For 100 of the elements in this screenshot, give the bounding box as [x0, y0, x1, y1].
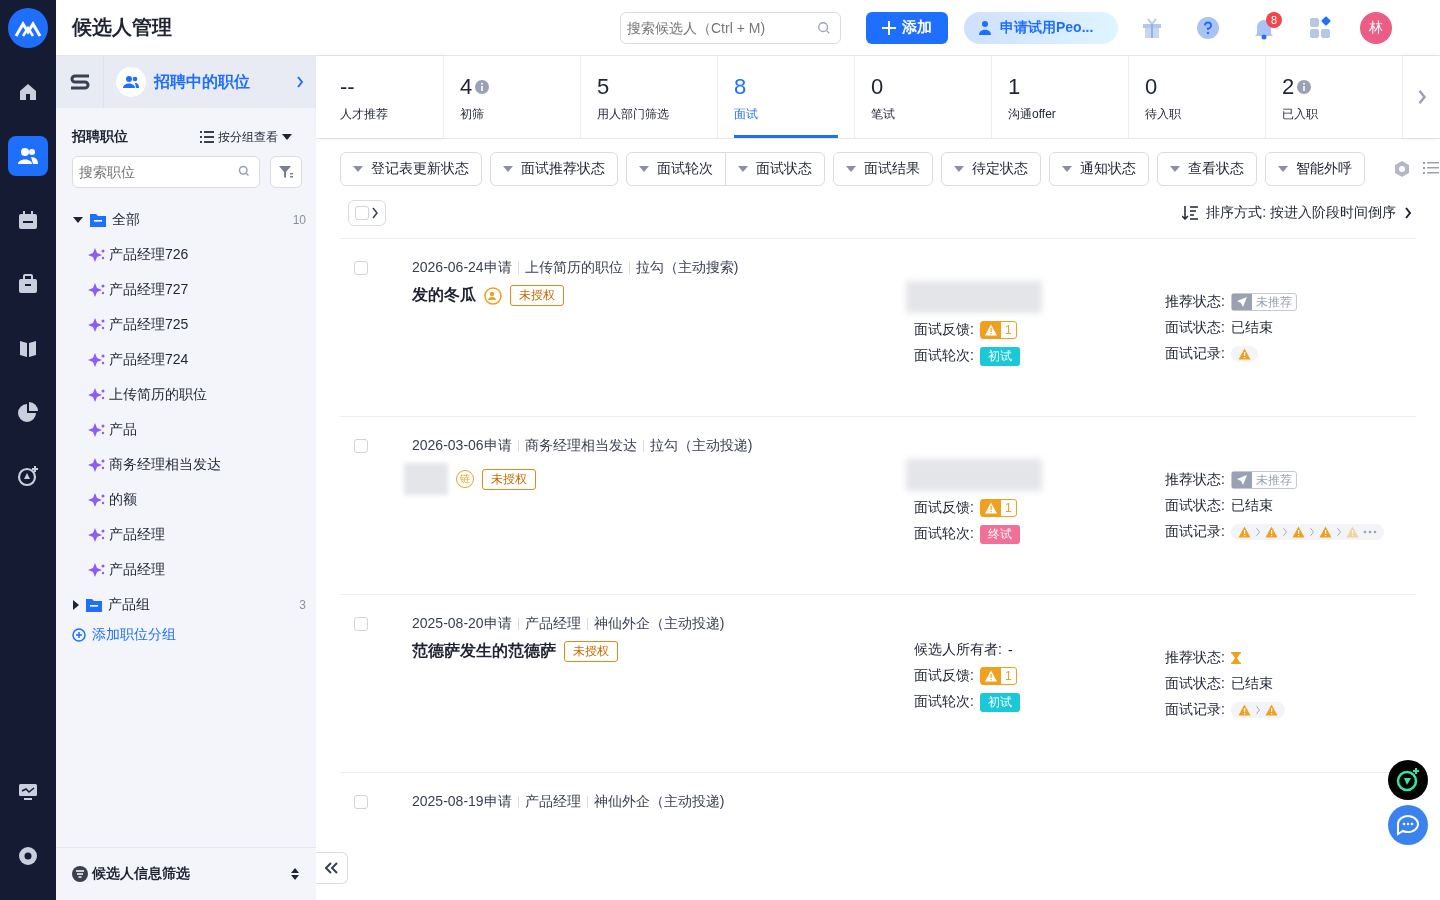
candidate-name[interactable]: 发的冬瓜 [412, 285, 476, 306]
filter-dropdown[interactable]: 待定状态 [942, 153, 1040, 185]
position-search-field[interactable]: 搜索职位 [72, 156, 260, 188]
position-item[interactable]: 产品经理 [72, 552, 306, 587]
people-icon [116, 67, 146, 97]
warning-icon [1237, 704, 1251, 716]
trial-button[interactable]: 申请试用Peo... [964, 11, 1118, 44]
filter-dropdown[interactable]: 面试轮次 [627, 153, 725, 185]
position-item[interactable]: 产品经理724 [72, 342, 306, 377]
caret-down-icon [72, 215, 84, 224]
filter-dropdown[interactable]: 面试推荐状态 [491, 153, 617, 185]
stage-tab[interactable]: -- 人才推荐 [316, 56, 444, 138]
candidate-name[interactable]: 范德萨发生的范德萨 [412, 641, 556, 662]
position-item[interactable]: 上传简历的职位 [72, 377, 306, 412]
sparkle-icon [88, 456, 105, 473]
filter-dropdown[interactable]: 查看状态 [1158, 153, 1256, 185]
unauthorized-tag: 未授权 [564, 641, 618, 662]
recommend-status-tag: 未推荐 [1230, 293, 1297, 311]
compass-sparkle-icon [1395, 767, 1421, 793]
position-item[interactable]: 的额 [72, 482, 306, 517]
field-label: 面试反馈: [914, 499, 974, 517]
filter-icon [278, 164, 294, 180]
sparkle-icon [88, 561, 105, 578]
tree-group[interactable]: 产品组 3 [72, 587, 306, 622]
sort-selector[interactable]: 排序方式: 按进入阶段时间倒序 [1182, 204, 1412, 222]
search-icon [238, 165, 250, 177]
warning-icon [1237, 348, 1251, 360]
field-label: 候选人所有者: [914, 641, 1002, 659]
search-field[interactable]: 搜索候选人（Ctrl + M) [620, 11, 841, 44]
row-checkbox[interactable] [354, 617, 368, 631]
checkbox[interactable] [355, 206, 369, 220]
apply-date: 2025-08-19申请 [412, 793, 512, 811]
recommend-status-tag: 未推荐 [1230, 471, 1297, 489]
switch-icon [68, 73, 91, 91]
ai-assistant-button[interactable] [1388, 760, 1428, 800]
position-name: 上传简历的职位 [524, 259, 623, 277]
round-tag: 初试 [979, 346, 1020, 366]
section-title: 招聘职位 [72, 128, 128, 146]
list-icon[interactable] [1423, 160, 1439, 176]
field-label: 面试记录: [1165, 345, 1225, 363]
page-title: 候选人管理 [72, 15, 173, 40]
row-checkbox[interactable] [354, 439, 368, 453]
collapse-button[interactable] [316, 852, 348, 884]
tree-group[interactable]: 全部 10 [72, 202, 306, 237]
warning-icon [1264, 526, 1278, 538]
source-channel: 拉勾（主动投递) [649, 437, 753, 455]
send-icon [1235, 296, 1248, 308]
chevron-right-icon [1281, 527, 1288, 537]
row-checkbox[interactable] [354, 261, 368, 275]
search-icon [817, 20, 831, 35]
notification-badge: 8 [1266, 11, 1282, 28]
chat-button[interactable] [1388, 805, 1428, 845]
source-channel: 拉勾（主动搜索) [635, 259, 739, 277]
field-label: 面试记录: [1165, 523, 1225, 541]
filter-dropdown[interactable]: 面试状态 [725, 153, 824, 185]
warning-icon [983, 670, 998, 682]
caret-down-icon [282, 134, 292, 140]
app-logo[interactable] [8, 8, 48, 48]
filter-dropdown[interactable]: 登记表更新状态 [341, 153, 481, 185]
filter-button[interactable] [270, 156, 302, 188]
settings-icon[interactable] [1393, 160, 1411, 178]
notifications-button[interactable]: 8 [1244, 7, 1284, 48]
select-all-dropdown[interactable] [348, 200, 386, 226]
filter-dropdown[interactable]: 面试结果 [834, 153, 932, 185]
warning-icon [1345, 526, 1359, 538]
chevron-right-icon [1404, 207, 1412, 219]
caret-down-icon [1170, 166, 1180, 172]
calendar-icon [17, 209, 39, 231]
filter-dropdown[interactable]: 智能外呼 [1266, 153, 1364, 185]
field-value: 已结束 [1230, 319, 1273, 337]
source-channel: 神仙外企（主动投递) [593, 793, 725, 811]
field-label: 推荐状态: [1165, 293, 1225, 311]
filter-dropdown[interactable]: 通知状态 [1050, 153, 1148, 185]
add-button[interactable]: 添加 [866, 11, 948, 44]
apply-date: 2026-06-24申请 [412, 259, 512, 277]
info-icon [1297, 80, 1312, 94]
sort-arrows-icon[interactable] [290, 867, 300, 881]
position-item[interactable]: 产品经理726 [72, 237, 306, 272]
sparkle-icon [88, 281, 105, 298]
briefcase-icon [17, 273, 39, 295]
caret-down-icon [954, 166, 964, 172]
caret-down-icon [639, 166, 649, 172]
interview-record-trail[interactable] [1230, 346, 1258, 362]
apps-icon [1308, 15, 1332, 40]
filter-bar-label[interactable]: 候选人信息筛选 [92, 865, 286, 883]
field-label: 面试反馈: [914, 667, 974, 685]
position-item[interactable]: 产品 [72, 412, 306, 447]
nav-item[interactable] [8, 136, 48, 176]
add-group-link[interactable]: 添加职位分组 [72, 626, 176, 644]
position-item[interactable]: 商务经理相当发达 [72, 447, 306, 482]
field-label: 面试状态: [1165, 675, 1225, 693]
home-icon [17, 81, 39, 103]
apply-date: 2025-08-20申请 [412, 615, 512, 633]
group-view-dropdown[interactable]: 按分组查看 [200, 128, 292, 146]
row-checkbox[interactable] [354, 795, 368, 809]
position-item[interactable]: 产品经理 [72, 517, 306, 552]
interview-record-trail[interactable] [1230, 524, 1384, 540]
interview-record-trail[interactable] [1230, 702, 1285, 718]
position-item[interactable]: 产品经理725 [72, 307, 306, 342]
position-item[interactable]: 产品经理727 [72, 272, 306, 307]
